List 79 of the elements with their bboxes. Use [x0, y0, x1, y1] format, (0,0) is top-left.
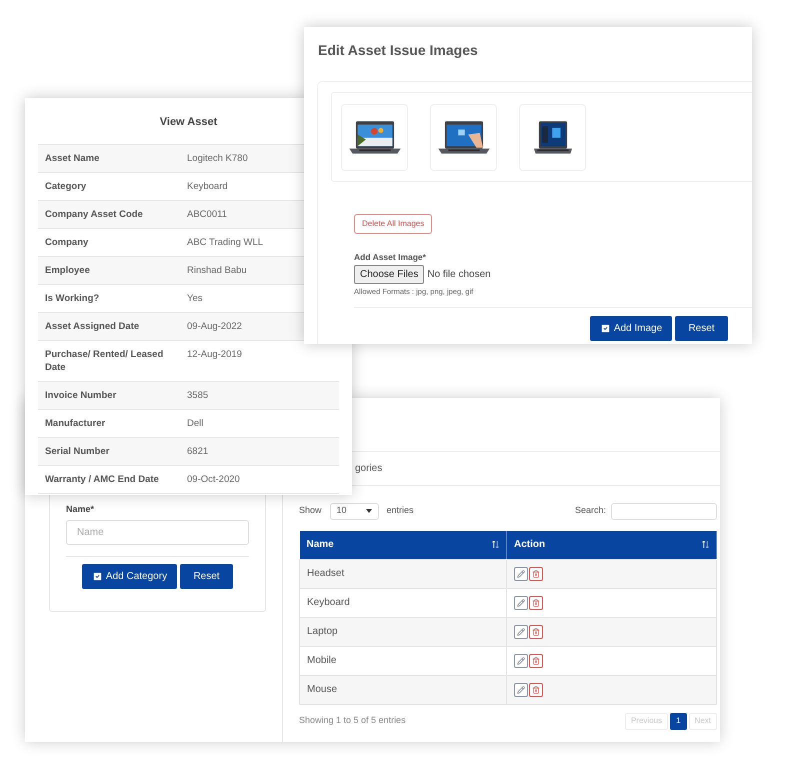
pencil-icon	[517, 598, 525, 606]
sort-icon	[492, 541, 499, 548]
caret-down-icon	[366, 509, 372, 513]
field-value: 6821	[187, 445, 208, 458]
field-label: Category	[45, 180, 88, 193]
field-label: Name*	[66, 503, 96, 516]
trash-icon	[532, 628, 540, 636]
tab-label[interactable]: gories	[355, 461, 382, 476]
column-header[interactable]: Action	[506, 531, 716, 559]
image-thumbnail[interactable]	[341, 104, 408, 170]
table-cell: Keyboard	[300, 588, 506, 617]
field-value: 3585	[187, 389, 208, 402]
show-label: Show	[299, 504, 322, 518]
field-label: Asset Assigned Date	[45, 320, 140, 333]
field-label: Purchase/ Rented/ Leased Date	[45, 348, 164, 374]
add-image-button[interactable]: Add Image	[590, 316, 672, 341]
field-value: 12-Aug-2019	[187, 348, 242, 362]
edit-button[interactable]	[514, 566, 528, 580]
edit-button[interactable]	[514, 682, 528, 696]
field-label: Is Working?	[45, 292, 100, 305]
pagination-button[interactable]: 1	[670, 712, 687, 730]
image-thumbnail[interactable]	[519, 104, 586, 170]
image-thumbnail[interactable]	[430, 104, 497, 170]
trash-icon	[532, 570, 540, 578]
reset-button[interactable]: Reset	[675, 316, 728, 341]
table-cell: Headset	[300, 559, 506, 588]
field-label: Add Asset Image*	[354, 251, 427, 264]
table-cell: Laptop	[300, 617, 506, 646]
trash-icon	[532, 656, 540, 664]
field-label: Warranty / AMC End Date	[45, 473, 160, 486]
field-label: Invoice Number	[45, 389, 118, 402]
table-cell: Mouse	[300, 675, 506, 704]
choose-files-button[interactable]: Choose Files	[354, 264, 424, 284]
delete-button[interactable]	[529, 654, 543, 668]
check-icon	[600, 323, 611, 334]
edit-button[interactable]	[514, 596, 528, 610]
pencil-icon	[517, 686, 525, 694]
trash-icon	[532, 686, 540, 694]
search-label: Search:	[574, 504, 606, 518]
name-field[interactable]: Name	[66, 520, 249, 544]
delete-button[interactable]	[529, 596, 543, 610]
field-value: Dell	[187, 417, 204, 430]
edit-button[interactable]	[514, 624, 528, 638]
column-header[interactable]: Name	[300, 531, 506, 559]
field-label: Serial Number	[45, 445, 110, 458]
entries-label: entries	[386, 504, 414, 518]
field-value: ABC0011	[187, 208, 227, 221]
field-label: Company	[45, 236, 90, 249]
pencil-icon	[517, 570, 525, 578]
delete-button[interactable]	[529, 682, 543, 696]
pencil-icon	[517, 628, 525, 636]
edit-button[interactable]	[514, 654, 528, 668]
check-icon	[92, 570, 103, 582]
field-label: Manufacturer	[45, 417, 106, 430]
sort-icon	[702, 541, 709, 548]
field-value: Logitech K780	[187, 152, 248, 165]
field-value: 09-Aug-2022	[187, 320, 242, 333]
table-cell: Mobile	[300, 646, 506, 675]
delete-button[interactable]	[529, 566, 543, 580]
entries-info: Showing 1 to 5 of 5 entries	[299, 714, 406, 728]
view-asset-title: View Asset	[160, 116, 218, 128]
field-value: ABC Trading WLL	[187, 236, 264, 249]
pencil-icon	[517, 656, 525, 664]
field-value: 09-Oct-2020	[187, 473, 240, 486]
field-label: Company Asset Code	[45, 208, 144, 221]
field-label: Employee	[45, 264, 91, 277]
trash-icon	[532, 598, 540, 606]
delete-button[interactable]	[529, 624, 543, 638]
field-value: Yes	[187, 292, 202, 305]
field-value: Keyboard	[187, 180, 228, 193]
window-title: Edit Asset Issue Images	[318, 41, 479, 60]
add-category-button[interactable]: Add Category	[82, 564, 177, 588]
reset-button[interactable]: Reset	[180, 564, 233, 588]
page-size-select[interactable]: 10	[330, 502, 379, 520]
field-value: Rinshad Babu	[187, 264, 247, 277]
field-label: Asset Name	[45, 152, 100, 165]
delete-all-images-button[interactable]: Delete All Images	[354, 214, 432, 234]
search-field[interactable]	[611, 502, 717, 520]
file-status: No file chosen	[427, 268, 491, 282]
